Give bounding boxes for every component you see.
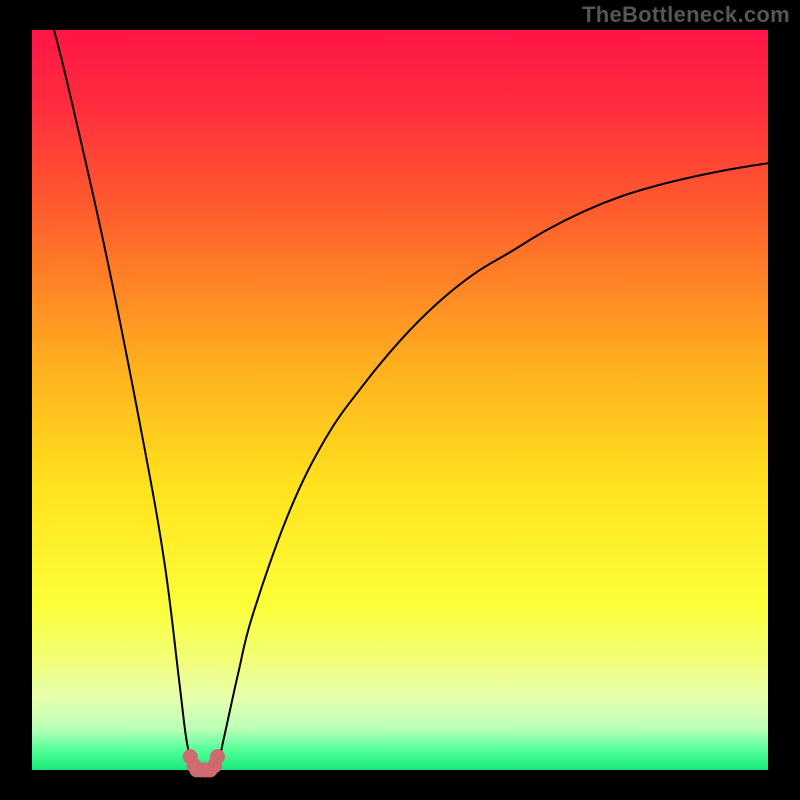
- bottleneck-chart: [0, 0, 800, 800]
- optimal-range-marker: [210, 749, 225, 764]
- plot-background: [32, 30, 768, 770]
- chart-frame: TheBottleneck.com: [0, 0, 800, 800]
- watermark-text: TheBottleneck.com: [582, 2, 790, 28]
